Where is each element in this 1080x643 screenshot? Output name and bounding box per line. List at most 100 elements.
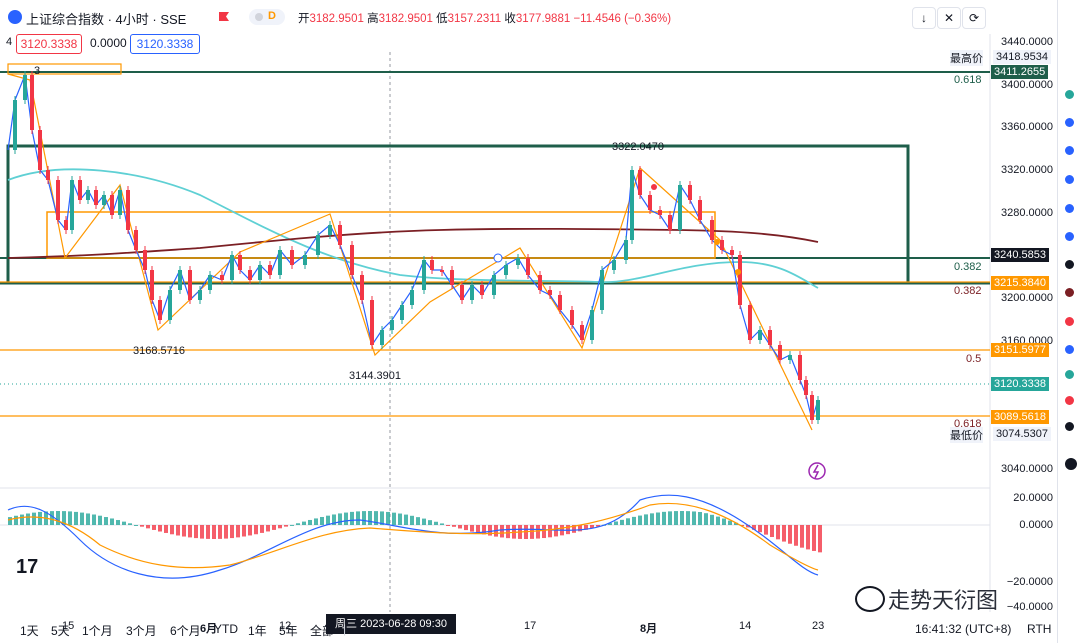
- fib-label: 0.382: [954, 261, 982, 273]
- macd-bar: [398, 513, 402, 525]
- candlestick-group: [13, 71, 820, 424]
- range-button-6m[interactable]: 6个月: [170, 622, 201, 639]
- range-button-5d[interactable]: 5天: [51, 622, 70, 639]
- watchlist-item-icon[interactable]: [1065, 370, 1074, 379]
- macd-bar: [206, 525, 210, 539]
- signal-line: [7, 502, 819, 571]
- macd-bar: [668, 511, 672, 525]
- macd-bar: [368, 511, 372, 525]
- watchlist-item-icon[interactable]: [1065, 422, 1074, 431]
- macd-bar: [554, 525, 558, 537]
- time-tick: 8月: [640, 623, 658, 635]
- macd-bar: [104, 517, 108, 525]
- tradingview-logo[interactable]: 17: [16, 556, 38, 579]
- price-path: [7, 72, 819, 423]
- macd-bar: [74, 511, 78, 525]
- watchlist-item-icon[interactable]: [1065, 232, 1074, 241]
- trough-annotation: 3144.3901: [349, 370, 401, 382]
- macd-bar: [14, 515, 18, 525]
- macd-bar: [788, 525, 792, 544]
- macd-bar: [98, 515, 102, 525]
- fib-tag-3411: 3411.2655: [991, 65, 1049, 79]
- watchlist-item-icon[interactable]: [1065, 118, 1074, 127]
- watchlist-item-icon[interactable]: [1065, 146, 1074, 155]
- price-tick: 3200.0000: [1001, 292, 1053, 304]
- macd-bar: [542, 525, 546, 539]
- macd-bar: [308, 519, 312, 525]
- macd-bar: [434, 521, 438, 525]
- clock-readout[interactable]: 16:41:32 (UTC+8): [915, 622, 1011, 636]
- event-dot-icon[interactable]: [714, 239, 720, 245]
- watchlist-item-icon[interactable]: [1065, 204, 1074, 213]
- macd-bar: [662, 511, 666, 525]
- range-button-ytd[interactable]: YTD: [214, 622, 238, 636]
- macd-bar: [224, 525, 228, 539]
- zigzag-count-label: 3: [34, 65, 41, 77]
- macd-bar: [476, 525, 480, 534]
- last-price-tag: 3120.3338: [991, 377, 1049, 391]
- watchlist-item-icon[interactable]: [1065, 175, 1074, 184]
- event-dot-icon[interactable]: [651, 184, 657, 190]
- macd-bar: [764, 525, 768, 535]
- event-dot-icon[interactable]: [735, 269, 741, 275]
- macd-bar: [284, 525, 288, 527]
- macd-bar: [200, 525, 204, 539]
- macd-bar: [770, 525, 774, 538]
- macd-bar: [296, 523, 300, 525]
- macd-bar: [698, 511, 702, 525]
- macd-bar: [116, 520, 120, 525]
- watchlist-item-icon[interactable]: [1065, 288, 1074, 297]
- macd-bar: [344, 512, 348, 525]
- watchlist-item-icon[interactable]: [1065, 260, 1074, 269]
- date-range-icon[interactable]: ↦: [358, 622, 368, 636]
- macd-bar: [92, 514, 96, 525]
- macd-bar: [158, 525, 162, 532]
- fib-label: 0.618: [954, 418, 982, 430]
- macd-bar: [146, 525, 150, 529]
- range-button-1d[interactable]: 1天: [20, 622, 39, 639]
- price-tick: 3400.0000: [1001, 79, 1053, 91]
- watchlist-item-icon[interactable]: [1065, 90, 1074, 99]
- macd-bar: [50, 511, 54, 525]
- macd-bar: [812, 525, 816, 551]
- price-tick: 3280.0000: [1001, 207, 1053, 219]
- watchlist-item-icon[interactable]: [1065, 317, 1074, 326]
- macd-bar: [20, 514, 24, 525]
- macd-bar: [794, 525, 798, 546]
- range-button-all[interactable]: 全部: [310, 622, 334, 639]
- macd-bar: [638, 515, 642, 525]
- macd-bar: [680, 511, 684, 525]
- watchlist-item-icon[interactable]: [1065, 345, 1074, 354]
- low-price-tag: 3074.5307: [993, 427, 1051, 441]
- macd-bar: [68, 511, 72, 525]
- macd-bar: [728, 520, 732, 525]
- macd-bar: [278, 525, 282, 529]
- level-tag-3215: 3215.3840: [991, 276, 1049, 290]
- macd-bar: [806, 525, 810, 550]
- macd-bar: [362, 511, 366, 525]
- range-button-1y[interactable]: 1年: [248, 622, 267, 639]
- price-chart[interactable]: [0, 0, 1057, 612]
- watchlist-item-icon[interactable]: [1065, 396, 1074, 405]
- macd-bar: [626, 518, 630, 525]
- macd-tick: 0.0000: [1019, 519, 1053, 531]
- session-toggle[interactable]: RTH: [1027, 622, 1051, 636]
- symbol-detail-icon[interactable]: [1065, 458, 1077, 470]
- price-tick: 3040.0000: [1001, 463, 1053, 475]
- range-button-3m[interactable]: 3个月: [126, 622, 157, 639]
- time-tick: 17: [524, 620, 537, 632]
- wechat-logo-icon: [855, 586, 885, 612]
- macd-bar: [302, 521, 306, 525]
- macd-bar: [416, 517, 420, 525]
- anchor-handle-icon[interactable]: [493, 253, 503, 263]
- watchlist-sidebar[interactable]: [1057, 0, 1080, 643]
- range-button-1m[interactable]: 1个月: [82, 622, 113, 639]
- range-button-5y[interactable]: 5年: [279, 622, 298, 639]
- macd-bar: [674, 511, 678, 525]
- macd-bar: [236, 525, 240, 538]
- macd-bar: [230, 525, 234, 539]
- macd-bar: [716, 516, 720, 525]
- macd-bar: [686, 511, 690, 525]
- time-tick: 23: [812, 620, 825, 632]
- macd-bar: [134, 524, 138, 526]
